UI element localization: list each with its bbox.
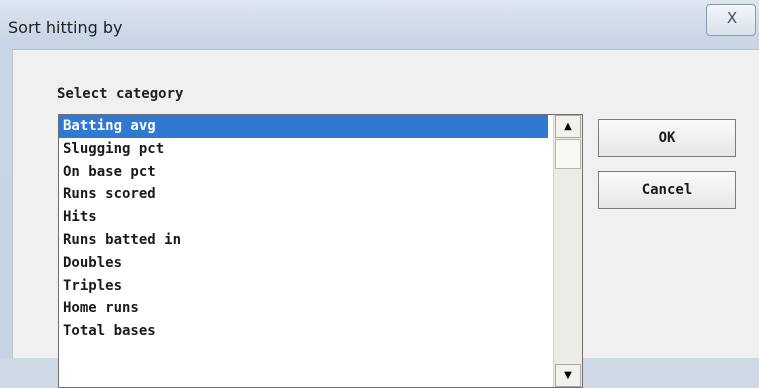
category-list-item[interactable]: Batting avg (59, 115, 548, 138)
category-listbox[interactable]: Batting avg Slugging pct On base pct Runs s… (58, 114, 583, 388)
scroll-thumb[interactable] (555, 139, 581, 169)
category-label: Select category (57, 86, 184, 102)
scroll-up-icon: ▲ (564, 121, 572, 132)
scroll-down-button[interactable]: ▼ (555, 364, 581, 387)
category-list-item[interactable]: Hits (59, 206, 548, 229)
dialog-window: Sort hitting by X Select category Battin… (0, 0, 759, 388)
ok-button[interactable]: OK (598, 119, 736, 157)
category-list-item[interactable]: Doubles (59, 252, 548, 275)
dialog-body: Select category Batting avg Slugging pct O… (12, 49, 759, 388)
category-list-item[interactable]: Triples (59, 275, 548, 298)
category-list-item[interactable]: Runs batted in (59, 229, 548, 252)
dialog-panel: Select category Batting avg Slugging pct O… (13, 50, 759, 388)
scroll-down-icon: ▼ (564, 370, 572, 381)
category-list: Batting avg Slugging pct On base pct Runs s… (59, 115, 548, 343)
category-list-item[interactable]: Runs scored (59, 183, 548, 206)
close-icon: X (726, 9, 737, 27)
close-button[interactable]: X (706, 4, 756, 36)
category-list-item[interactable]: Home runs (59, 297, 548, 320)
scroll-up-button[interactable]: ▲ (555, 115, 581, 138)
window-title: Sort hitting by (8, 18, 123, 37)
category-list-item[interactable]: Total bases (59, 320, 548, 343)
category-list-item[interactable]: On base pct (59, 161, 548, 184)
category-list-item[interactable]: Slugging pct (59, 138, 548, 161)
listbox-scrollbar[interactable]: ▲ ▼ (553, 115, 582, 387)
cancel-button[interactable]: Cancel (598, 171, 736, 209)
